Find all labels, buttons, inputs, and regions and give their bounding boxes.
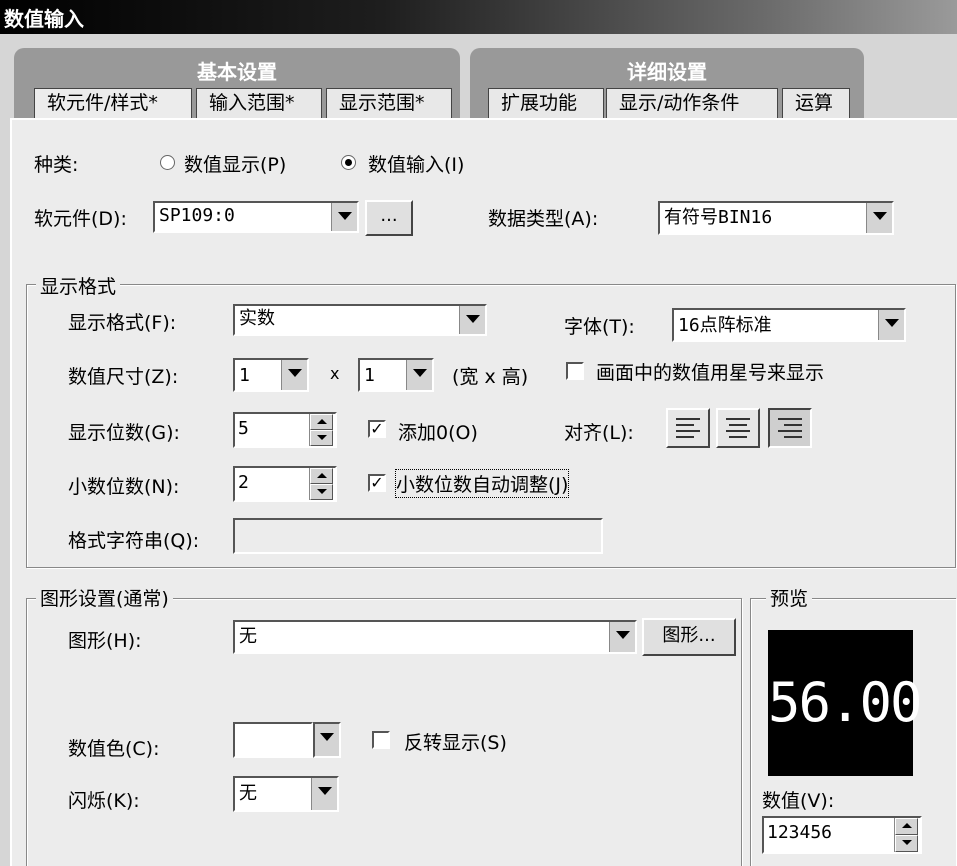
reverse-checkbox[interactable] <box>372 731 390 749</box>
add-zero-checkbox[interactable]: ✓ <box>368 420 386 438</box>
value-color-dropdown-icon[interactable] <box>315 724 339 756</box>
format-label: 显示格式(F): <box>68 312 177 334</box>
digits-value: 5 <box>238 418 249 439</box>
asterisk-checkbox[interactable] <box>566 362 584 380</box>
digits-label: 显示位数(G): <box>68 422 180 444</box>
device-dropdown-icon[interactable] <box>331 203 357 231</box>
font-value: 16点阵标准 <box>678 315 772 336</box>
format-combo[interactable]: 实数 <box>233 304 487 336</box>
radio-numeric-display[interactable] <box>160 155 175 170</box>
size-height-value: 1 <box>364 365 375 386</box>
tab-operation[interactable]: 运算 <box>782 88 850 118</box>
align-center-button[interactable] <box>716 408 760 448</box>
blink-combo[interactable]: 无 <box>233 776 339 812</box>
value-color-dropdown[interactable] <box>313 722 341 758</box>
tab-display-range[interactable]: 显示范围* <box>326 88 452 118</box>
shape-button[interactable]: 图形... <box>642 618 736 656</box>
blink-dropdown-icon[interactable] <box>311 778 337 810</box>
size-width-combo[interactable]: 1 <box>233 358 309 392</box>
size-hint: (宽 x 高) <box>452 366 529 388</box>
device-combo[interactable]: SP109:0 <box>153 201 359 233</box>
tab-group-basic-title: 基本设置 <box>197 60 277 84</box>
preview-value-label: 数值(V): <box>762 790 835 812</box>
font-combo[interactable]: 16点阵标准 <box>672 308 906 342</box>
preview-value: 123456 <box>767 822 833 843</box>
value-color-label: 数值色(C): <box>68 738 160 760</box>
display-format-title: 显示格式 <box>36 272 121 299</box>
shape-label: 图形(H): <box>68 630 142 652</box>
device-label: 软元件(D): <box>34 208 127 230</box>
tab-input-range[interactable]: 输入范围* <box>196 88 322 118</box>
digits-spinner[interactable] <box>309 414 333 446</box>
blink-value: 无 <box>239 783 257 804</box>
size-separator: x <box>330 364 340 383</box>
shape-dropdown-icon[interactable] <box>609 622 635 652</box>
align-label: 对齐(L): <box>564 422 634 444</box>
tab-extended[interactable]: 扩展功能 <box>488 88 604 118</box>
shape-combo[interactable]: 无 <box>233 620 637 654</box>
add-zero-label: 添加0(O) <box>398 422 478 444</box>
shape-value: 无 <box>239 626 257 647</box>
kind-label: 种类: <box>34 154 79 176</box>
format-string-input[interactable] <box>233 518 603 554</box>
tab-device-style[interactable]: 软元件/样式* <box>34 88 192 118</box>
device-value: SP109:0 <box>159 205 235 226</box>
data-type-combo[interactable]: 有符号BIN16 <box>658 201 894 235</box>
preview-value-spinner[interactable] <box>894 818 918 852</box>
blink-label: 闪烁(K): <box>68 790 140 812</box>
window-title: 数值输入 <box>4 7 84 31</box>
size-width-dropdown-icon[interactable] <box>281 360 307 390</box>
auto-adjust-checkbox[interactable]: ✓ <box>368 474 386 492</box>
size-height-dropdown-icon[interactable] <box>406 360 432 390</box>
decimals-label: 小数位数(N): <box>68 476 180 498</box>
radio-numeric-input[interactable] <box>341 155 356 170</box>
preview-title: 预览 <box>766 584 813 611</box>
tab-group-detail-title: 详细设置 <box>627 60 707 84</box>
size-width-value: 1 <box>239 365 250 386</box>
decimals-spinner[interactable] <box>309 468 333 500</box>
device-browse-button[interactable]: ... <box>365 200 413 236</box>
format-dropdown-icon[interactable] <box>459 306 485 334</box>
preview-display: 56.00 <box>768 630 923 776</box>
font-dropdown-icon[interactable] <box>878 310 904 340</box>
reverse-label: 反转显示(S) <box>404 732 507 754</box>
asterisk-label: 画面中的数值用星号来显示 <box>596 362 825 384</box>
align-left-button[interactable] <box>666 408 710 448</box>
radio-numeric-display-label: 数值显示(P) <box>184 154 287 176</box>
auto-adjust-label: 小数位数自动调整(J) <box>394 469 570 498</box>
size-height-combo[interactable]: 1 <box>358 358 434 392</box>
tab-display-conditions[interactable]: 显示/动作条件 <box>606 88 778 118</box>
value-color-swatch[interactable] <box>233 722 313 758</box>
decimals-value: 2 <box>238 472 249 493</box>
format-string-label: 格式字符串(Q): <box>68 530 200 552</box>
align-right-button[interactable] <box>768 408 812 448</box>
shape-settings-title: 图形设置(通常) <box>36 584 173 611</box>
format-value: 实数 <box>239 308 275 329</box>
radio-numeric-input-label: 数值输入(I) <box>368 154 465 176</box>
data-type-value: 有符号BIN16 <box>664 207 773 228</box>
title-bar: 数值输入 <box>0 0 957 34</box>
data-type-label: 数据类型(A): <box>488 208 599 230</box>
size-label: 数值尺寸(Z): <box>68 366 179 388</box>
font-label: 字体(T): <box>564 316 635 338</box>
data-type-dropdown-icon[interactable] <box>866 203 892 233</box>
